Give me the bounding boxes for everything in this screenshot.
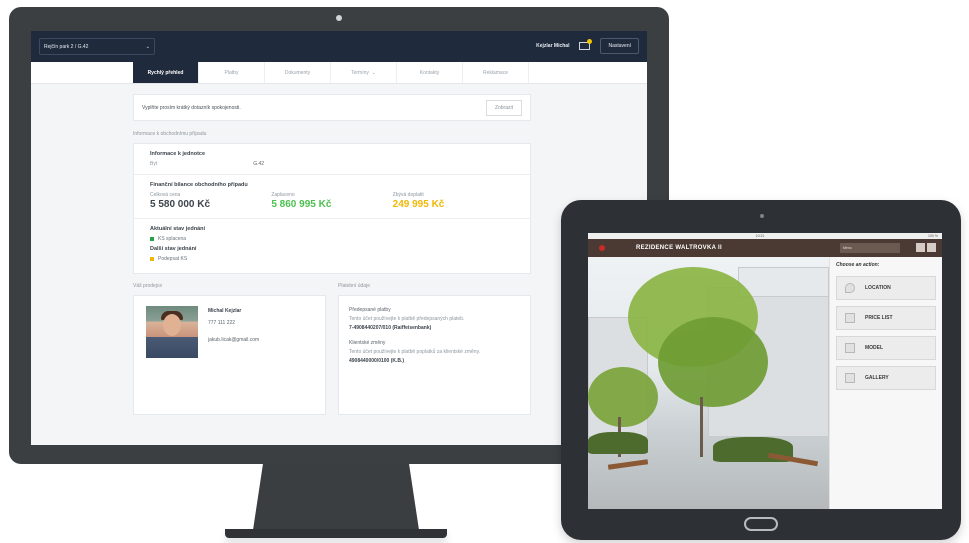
location-pin-icon xyxy=(845,283,855,293)
case-info-heading: Informace k obchodnímu případu xyxy=(133,131,207,137)
total-price-label: Celková cena xyxy=(150,192,181,198)
next-status-item: Podepsat KS xyxy=(158,256,188,262)
status-square-yellow xyxy=(150,257,154,261)
notification-dot xyxy=(587,39,593,44)
menu-select[interactable]: Menu xyxy=(840,243,900,253)
location-button[interactable]: LOCATION xyxy=(836,276,936,300)
choose-action-label: Choose an action: xyxy=(836,262,880,268)
building-icon xyxy=(845,343,855,353)
paid-label: Zaplaceno xyxy=(271,192,295,198)
payment-column: Platební údaje Předepsané platby Tento ú… xyxy=(338,283,531,415)
mail-icon[interactable] xyxy=(579,39,593,50)
image-icon xyxy=(845,373,855,383)
tab-claims[interactable]: Reklamace xyxy=(463,62,529,83)
chart-icon xyxy=(845,313,855,323)
current-status-item: KS splacena xyxy=(158,236,187,242)
tab-contacts[interactable]: Kontakty xyxy=(397,62,463,83)
paid-value: 5 860 995 Kč xyxy=(271,199,332,210)
home-button[interactable] xyxy=(744,517,778,531)
gallery-button[interactable]: GALLERY xyxy=(836,366,936,390)
tablet-screen: 10:21 100 % REZIDENCE WALTROVKA II Menu xyxy=(588,233,942,509)
action-sidebar: Choose an action: LOCATION PRICE LIST MO… xyxy=(829,257,942,509)
total-price-col: Celková cena 5 580 000 Kč xyxy=(150,192,271,211)
main-content: Vyplňte prosím krátký dotazník spokojeno… xyxy=(31,84,531,415)
survey-show-button[interactable]: Zobrazit xyxy=(485,99,522,116)
unit-title: Informace k jednotce xyxy=(150,151,206,157)
model-label: MODEL xyxy=(865,345,884,351)
brand-logo xyxy=(594,241,610,255)
finance-block: Finanční bilance obchodního případu Celk… xyxy=(134,175,530,219)
client-changes-text: Tento účet používejte k platbě poplatků … xyxy=(349,349,481,355)
chevron-down-icon: ⌄ xyxy=(145,43,150,50)
status-square-green xyxy=(150,237,154,241)
seller-heading: Váš prodejce xyxy=(133,283,163,289)
desktop-screen: Rejčín park 2 / G.42 ⌄ Kejzlar Michal Na… xyxy=(31,31,647,445)
tablet-camera xyxy=(760,214,764,218)
price-list-button[interactable]: PRICE LIST xyxy=(836,306,936,330)
chevron-down-icon: ⌄ xyxy=(371,69,376,76)
project-select[interactable]: Rejčín park 2 / G.42 ⌄ xyxy=(39,38,155,55)
payment-heading: Platební údaje xyxy=(338,283,370,289)
residence-photo xyxy=(588,257,829,509)
remaining-value: 249 995 Kč xyxy=(392,199,445,210)
unit-block: Informace k jednotce Byt G.42 xyxy=(134,144,530,175)
project-select-value: Rejčín park 2 / G.42 xyxy=(44,43,89,50)
seller-column: Váš prodejce Michal Kejzlar 777 111 222 … xyxy=(133,283,326,415)
model-button[interactable]: MODEL xyxy=(836,336,936,360)
seller-card: Michal Kejzlar 777 111 222 jakub.licak@g… xyxy=(133,295,326,415)
monitor-stand-neck xyxy=(253,464,419,530)
planned-payments-account: 7-4908440207/010 (Raiffeisenbank) xyxy=(349,325,432,331)
client-changes-title: Klientské změny xyxy=(349,340,386,346)
grid-icon[interactable] xyxy=(916,243,925,252)
planned-payments-text: Tento účet používejte k platbě předepsan… xyxy=(349,316,465,322)
cart-icon[interactable] xyxy=(927,243,936,252)
remaining-label: Zbývá doplatit xyxy=(392,192,424,198)
next-status-title: Další stav jednání xyxy=(150,246,197,252)
seller-name: Michal Kejzlar xyxy=(208,308,242,314)
remaining-col: Zbývá doplatit 249 995 Kč xyxy=(393,192,514,211)
tablet-device: 10:21 100 % REZIDENCE WALTROVKA II Menu xyxy=(561,200,961,540)
finance-title: Finanční bilance obchodního případu xyxy=(150,182,248,188)
survey-text: Vyplňte prosím krátký dotazník spokojeno… xyxy=(142,104,241,111)
status-block: Aktuální stav jednání KS splacena Další … xyxy=(134,219,530,273)
status-time: 10:21 xyxy=(755,234,765,238)
tablet-title: REZIDENCE WALTROVKA II xyxy=(636,245,722,251)
status-battery: 100 % xyxy=(928,234,938,238)
location-label: LOCATION xyxy=(865,285,891,291)
payment-card: Předepsané platby Tento účet používejte … xyxy=(338,295,531,415)
total-price-value: 5 580 000 Kč xyxy=(150,199,211,210)
gallery-label: GALLERY xyxy=(865,375,889,381)
price-list-label: PRICE LIST xyxy=(865,315,893,321)
tab-deadlines-label: Termíny xyxy=(351,69,369,76)
user-name[interactable]: Kejzlar Michal xyxy=(536,43,569,49)
paid-col: Zaplaceno 5 860 995 Kč xyxy=(271,192,392,211)
unit-value: G.42 xyxy=(253,161,265,167)
case-info-card: Informace k jednotce Byt G.42 Finanční b… xyxy=(133,143,531,274)
unit-key: Byt xyxy=(150,161,158,167)
tablet-header: REZIDENCE WALTROVKA II Menu xyxy=(588,239,942,257)
current-status-title: Aktuální stav jednání xyxy=(150,226,206,232)
settings-button[interactable]: Nastavení xyxy=(600,38,639,54)
monitor-stand-base xyxy=(225,529,447,538)
top-navigation-bar: Rejčín park 2 / G.42 ⌄ Kejzlar Michal Na… xyxy=(31,31,647,62)
tab-quick-overview[interactable]: Rychlý přehled xyxy=(133,62,199,83)
tab-payments[interactable]: Platby xyxy=(199,62,265,83)
seller-email[interactable]: jakub.licak@gmail.com xyxy=(208,337,259,343)
survey-banner: Vyplňte prosím krátký dotazník spokojeno… xyxy=(133,94,531,121)
client-changes-account: 4908440000/0100 (K.B.) xyxy=(349,358,405,364)
planned-payments-title: Předepsané platby xyxy=(349,307,391,313)
tab-deadlines[interactable]: Termíny ⌄ xyxy=(331,62,397,83)
webcam-dot xyxy=(336,15,342,21)
main-tabs: Rychlý přehled Platby Dokumenty Termíny … xyxy=(31,62,647,84)
tab-documents[interactable]: Dokumenty xyxy=(265,62,331,83)
seller-photo xyxy=(146,306,198,358)
